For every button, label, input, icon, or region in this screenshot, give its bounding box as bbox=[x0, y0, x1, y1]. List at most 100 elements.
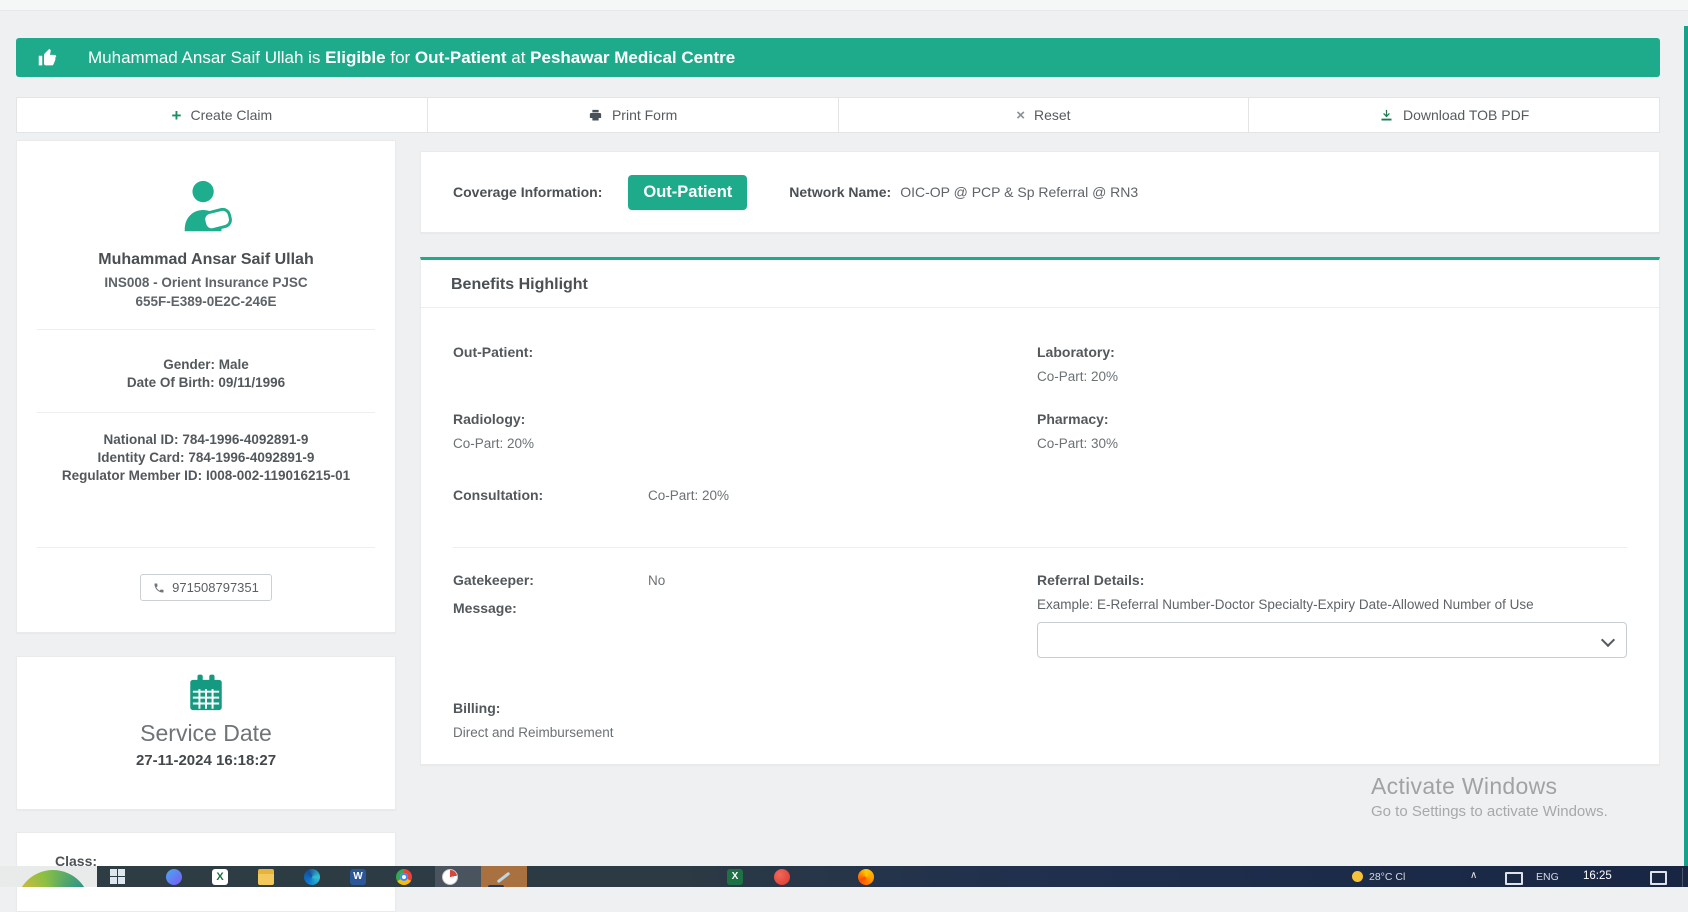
phone-number: 971508797351 bbox=[172, 580, 259, 595]
chevron-down-icon bbox=[1600, 632, 1616, 648]
divider bbox=[37, 412, 375, 413]
eligibility-banner: Muhammad Ansar Saif Ullah is Eligible fo… bbox=[16, 38, 1660, 77]
taskbar-background bbox=[97, 866, 1688, 887]
phone-icon bbox=[154, 583, 164, 592]
excel-icon[interactable]: X bbox=[212, 869, 228, 885]
referral-details-label: Referral Details: bbox=[1037, 572, 1145, 588]
language-indicator[interactable]: ENG bbox=[1536, 871, 1559, 883]
scrollbar[interactable] bbox=[1684, 26, 1688, 866]
watermark-line2: Go to Settings to activate Windows. bbox=[1371, 803, 1608, 820]
laboratory-label: Laboratory: bbox=[1037, 344, 1115, 360]
eligibility-message: Muhammad Ansar Saif Ullah is Eligible fo… bbox=[88, 48, 735, 68]
regulator-member-id-label: Regulator Member ID: bbox=[61, 468, 203, 483]
referral-select[interactable] bbox=[1037, 622, 1627, 658]
gatekeeper-message-block: Gatekeeper: No Message: bbox=[453, 572, 1037, 658]
insurer-name: INS008 - Orient Insurance PJSC bbox=[104, 275, 308, 290]
service-date-card: Service Date 27-11-2024 16:18:27 bbox=[16, 656, 396, 810]
pen-tool-icon[interactable] bbox=[496, 869, 512, 885]
dob-label: Date Of Birth: bbox=[126, 375, 215, 390]
out-patient-label: Out-Patient: bbox=[453, 344, 534, 360]
banner-bold-eligible: Eligible bbox=[325, 47, 386, 67]
benefit-consultation: Consultation: Co-Part: 20% bbox=[453, 487, 1037, 503]
pharmacy-value: Co-Part: 30% bbox=[1037, 436, 1119, 451]
benefit-out-patient: Out-Patient: bbox=[453, 344, 1037, 384]
network-name-value: OIC-OP @ PCP & Sp Referral @ RN3 bbox=[900, 184, 1139, 200]
clock-icon[interactable] bbox=[442, 869, 458, 885]
windows-start-button[interactable] bbox=[110, 869, 125, 884]
weather-temperature[interactable]: 28°C Cl bbox=[1369, 871, 1405, 883]
divider bbox=[37, 329, 375, 330]
firefox-icon[interactable] bbox=[858, 869, 874, 885]
dob-row: Date Of Birth: 09/11/1996 bbox=[17, 374, 395, 392]
notification-center-icon[interactable] bbox=[1650, 871, 1667, 885]
service-date-value: 27-11-2024 16:18:27 bbox=[135, 752, 277, 769]
consultation-label: Consultation: bbox=[453, 487, 544, 503]
phone-button[interactable]: 971508797351 bbox=[140, 574, 272, 601]
service-date-title: Service Date bbox=[140, 720, 272, 746]
file-explorer-icon[interactable] bbox=[258, 869, 274, 885]
browser-red-icon[interactable] bbox=[774, 869, 790, 885]
activate-windows-watermark: Activate Windows Go to Settings to activ… bbox=[1371, 773, 1608, 820]
taskbar-clock[interactable]: 16:25 bbox=[1583, 870, 1612, 882]
action-toolbar: + Create Claim Print Form × Reset Downlo… bbox=[16, 97, 1660, 133]
laboratory-value: Co-Part: 20% bbox=[1037, 369, 1119, 384]
national-id-label: National ID: bbox=[103, 432, 179, 447]
gender-row: Gender: Male bbox=[17, 356, 395, 374]
gatekeeper-value: No bbox=[648, 573, 666, 588]
close-icon: × bbox=[1016, 106, 1025, 124]
regulator-member-id-row: Regulator Member ID: I008-002-119016215-… bbox=[17, 467, 395, 485]
billing-block: Billing: Direct and Reimbursement bbox=[453, 700, 1627, 770]
regulator-member-id-value: I008-002-119016215-01 bbox=[205, 468, 351, 483]
download-tob-pdf-button[interactable]: Download TOB PDF bbox=[1249, 98, 1659, 132]
copilot-icon[interactable] bbox=[166, 869, 182, 885]
billing-value: Direct and Reimbursement bbox=[453, 725, 614, 740]
member-card-code: 655F-E389-0E2C-246E bbox=[135, 294, 277, 309]
network-name-label: Network Name: bbox=[789, 184, 892, 200]
message-label: Message: bbox=[453, 600, 517, 616]
excel-green-icon[interactable]: X bbox=[727, 869, 743, 885]
word-icon[interactable]: W bbox=[350, 869, 366, 885]
print-form-button[interactable]: Print Form bbox=[427, 98, 839, 132]
radiology-label: Radiology: bbox=[453, 411, 526, 427]
national-id-row: National ID: 784-1996-4092891-9 bbox=[17, 431, 395, 449]
create-claim-label: Create Claim bbox=[190, 107, 273, 123]
chrome-icon[interactable] bbox=[396, 869, 412, 885]
consultation-value: Co-Part: 20% bbox=[648, 488, 730, 503]
calendar-icon bbox=[190, 674, 222, 711]
benefit-pharmacy: Pharmacy: Co-Part: 30% bbox=[1037, 411, 1627, 451]
create-claim-button[interactable]: + Create Claim bbox=[17, 98, 428, 132]
national-id-value: 784-1996-4092891-9 bbox=[182, 432, 309, 447]
word-letter: W bbox=[353, 871, 363, 882]
show-desktop-divider[interactable] bbox=[1682, 868, 1683, 887]
edge-icon[interactable] bbox=[304, 869, 320, 885]
coverage-type-badge[interactable]: Out-Patient bbox=[628, 174, 748, 210]
download-tob-label: Download TOB PDF bbox=[1402, 107, 1530, 123]
gatekeeper-row: Gatekeeper: No bbox=[453, 572, 1037, 588]
referral-details-block: Referral Details: Example: E-Referral Nu… bbox=[1037, 572, 1627, 658]
tray-chevron-icon[interactable]: ∧ bbox=[1470, 870, 1477, 881]
divider bbox=[453, 547, 1627, 548]
benefit-laboratory: Laboratory: Co-Part: 20% bbox=[1037, 344, 1627, 384]
divider bbox=[37, 547, 375, 548]
gender-value: Male bbox=[218, 357, 249, 372]
benefits-highlight-title: Benefits Highlight bbox=[421, 260, 1659, 308]
windows-taskbar: X W O X 28°C Cl ∧ ENG 16:25 bbox=[0, 866, 1688, 887]
browser-top-strip bbox=[0, 0, 1688, 11]
reset-button[interactable]: × Reset bbox=[838, 98, 1250, 132]
identity-card-value: 784-1996-4092891-9 bbox=[188, 450, 315, 465]
billing-label: Billing: bbox=[453, 700, 501, 716]
member-name: Muhammad Ansar Saif Ullah bbox=[98, 251, 314, 268]
banner-text-part: at bbox=[506, 47, 531, 67]
banner-bold-provider: Peshawar Medical Centre bbox=[530, 47, 736, 67]
referral-example-text: Example: E-Referral Number-Doctor Specia… bbox=[1037, 597, 1534, 612]
weather-icon[interactable] bbox=[1352, 871, 1363, 882]
banner-bold-outpatient: Out-Patient bbox=[414, 47, 507, 67]
gender-label: Gender: bbox=[163, 357, 215, 372]
print-form-label: Print Form bbox=[611, 107, 678, 123]
app-logo[interactable] bbox=[16, 870, 90, 887]
identity-card-label: Identity Card: bbox=[97, 450, 185, 465]
coverage-information-label: Coverage Information: bbox=[453, 184, 603, 200]
display-tray-icon[interactable] bbox=[1505, 872, 1523, 885]
identity-card-row: Identity Card: 784-1996-4092891-9 bbox=[17, 449, 395, 467]
banner-text-part: Muhammad Ansar Saif Ullah is bbox=[88, 47, 326, 67]
